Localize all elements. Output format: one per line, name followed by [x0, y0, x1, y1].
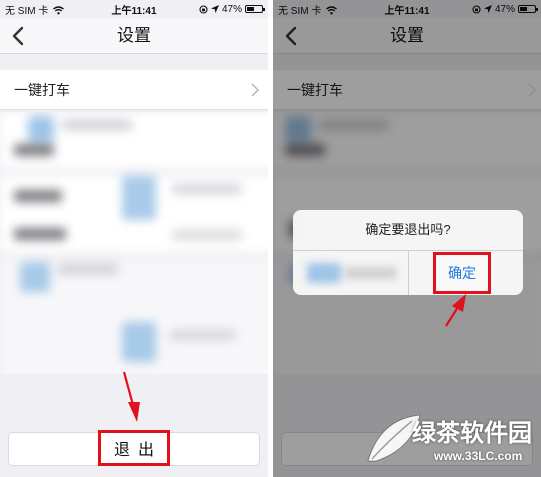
battery-percent: 47% — [221, 3, 242, 15]
watermark: 绿茶软件园 www.33LC.com — [360, 405, 541, 477]
rotation-lock-icon — [199, 4, 208, 14]
carrier-label: 无 SIM 卡 — [5, 5, 49, 17]
wifi-icon — [53, 5, 65, 14]
chevron-right-icon — [528, 83, 537, 97]
location-icon — [210, 5, 219, 13]
settings-row-label: 一键打车 — [14, 82, 70, 98]
clock: 上午11:41 — [111, 5, 157, 17]
settings-screen-left: 无 SIM 卡 上午11:41 47% 设置 一键打车 退出 — [0, 0, 268, 477]
page-title: 设置 — [117, 26, 151, 45]
settings-row-taxi[interactable]: 一键打车 — [0, 70, 268, 110]
watermark-brand: 绿茶软件园 — [412, 420, 532, 447]
logout-button-label[interactable]: 退出 — [98, 430, 170, 466]
confirm-button[interactable]: 确定 — [433, 252, 491, 294]
navigation-bar: 设置 — [0, 18, 268, 54]
cancel-button[interactable] — [307, 263, 397, 283]
status-bar: 无 SIM 卡 上午11:41 47% — [0, 0, 268, 18]
blurred-settings-content — [0, 112, 268, 374]
watermark-url: www.33LC.com — [434, 449, 523, 463]
battery-icon — [245, 5, 265, 13]
dialog-message: 确定要退出吗? — [365, 222, 451, 237]
chevron-right-icon — [251, 83, 260, 97]
